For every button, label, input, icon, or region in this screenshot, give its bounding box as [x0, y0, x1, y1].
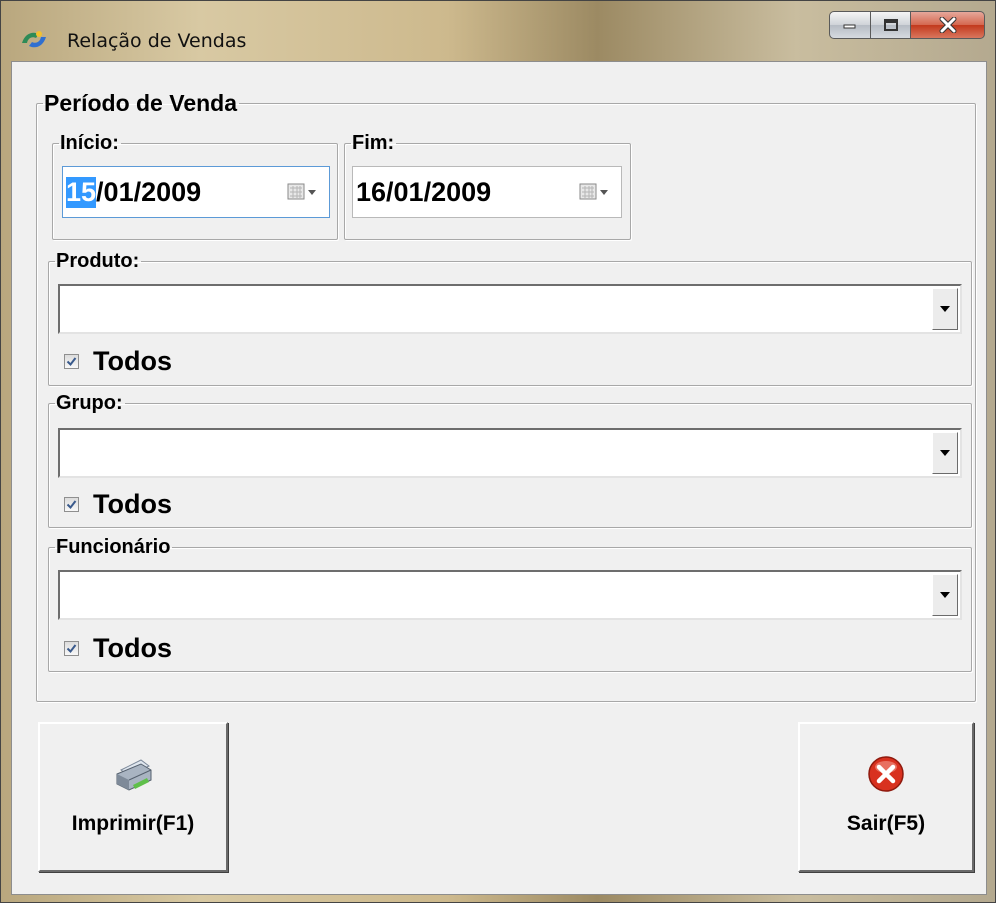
printer-icon — [116, 759, 152, 791]
fim-date-value: 16/01/2009 — [356, 176, 492, 207]
calendar-dropdown-icon[interactable] — [287, 181, 319, 203]
fim-date-field[interactable]: 16/01/2009 — [352, 166, 622, 218]
print-button[interactable]: Imprimir(F1) — [38, 722, 228, 872]
produto-label: Produto: — [56, 250, 140, 272]
produto-combo-dropdown-button[interactable] — [932, 288, 958, 330]
maximize-icon — [883, 19, 898, 31]
funcionario-todos-checkbox-row[interactable]: Todos — [64, 633, 172, 664]
minimize-button[interactable] — [829, 11, 871, 39]
grupo-todos-checkbox-row[interactable]: Todos — [64, 489, 172, 520]
grupo-todos-checkbox[interactable] — [64, 497, 79, 512]
funcionario-todos-checkbox[interactable] — [64, 641, 79, 656]
exit-button-label: Sair(F5) — [846, 812, 926, 835]
produto-todos-checkbox-row[interactable]: Todos — [64, 346, 172, 377]
close-circle-icon — [868, 756, 904, 792]
grupo-combo[interactable] — [58, 428, 962, 478]
client-area: Período de Venda Início: 15/01/2009 Fim:… — [11, 61, 987, 895]
checkmark-icon — [66, 644, 77, 654]
funcionario-label: Funcionário — [56, 536, 171, 558]
chevron-down-icon — [940, 306, 950, 312]
close-button[interactable] — [911, 11, 985, 39]
app-window: Relação de Vendas Período de Venda Iníci… — [0, 0, 996, 903]
app-icon — [22, 31, 46, 48]
grupo-label: Grupo: — [56, 392, 123, 414]
window-title: Relação de Vendas — [67, 30, 247, 52]
inicio-date-field[interactable]: 15/01/2009 — [62, 166, 330, 218]
minimize-icon — [843, 24, 856, 29]
calendar-dropdown-icon[interactable] — [579, 181, 611, 203]
fim-label: Fim: — [352, 132, 395, 154]
produto-todos-label: Todos — [93, 346, 172, 376]
caption-buttons — [829, 11, 985, 41]
funcionario-combo[interactable] — [58, 570, 962, 620]
produto-todos-checkbox[interactable] — [64, 354, 79, 369]
inicio-label: Início: — [60, 132, 119, 154]
checkmark-icon — [66, 500, 77, 510]
produto-combo[interactable] — [58, 284, 962, 334]
grupo-combo-dropdown-button[interactable] — [932, 432, 958, 474]
exit-button[interactable]: Sair(F5) — [798, 722, 974, 872]
periodo-legend: Período de Venda — [44, 90, 237, 116]
chevron-down-icon — [940, 592, 950, 598]
funcionario-todos-label: Todos — [93, 633, 172, 663]
title-bar[interactable]: Relação de Vendas — [1, 1, 995, 61]
inicio-selected-text: 15 — [66, 176, 97, 208]
print-button-label: Imprimir(F1) — [71, 812, 195, 835]
chevron-down-icon — [940, 450, 950, 456]
checkmark-icon — [66, 357, 77, 367]
maximize-button[interactable] — [871, 11, 911, 39]
grupo-todos-label: Todos — [93, 489, 172, 519]
close-icon — [939, 17, 956, 33]
inicio-date-rest: /01/2009 — [96, 176, 202, 207]
funcionario-combo-dropdown-button[interactable] — [932, 574, 958, 616]
